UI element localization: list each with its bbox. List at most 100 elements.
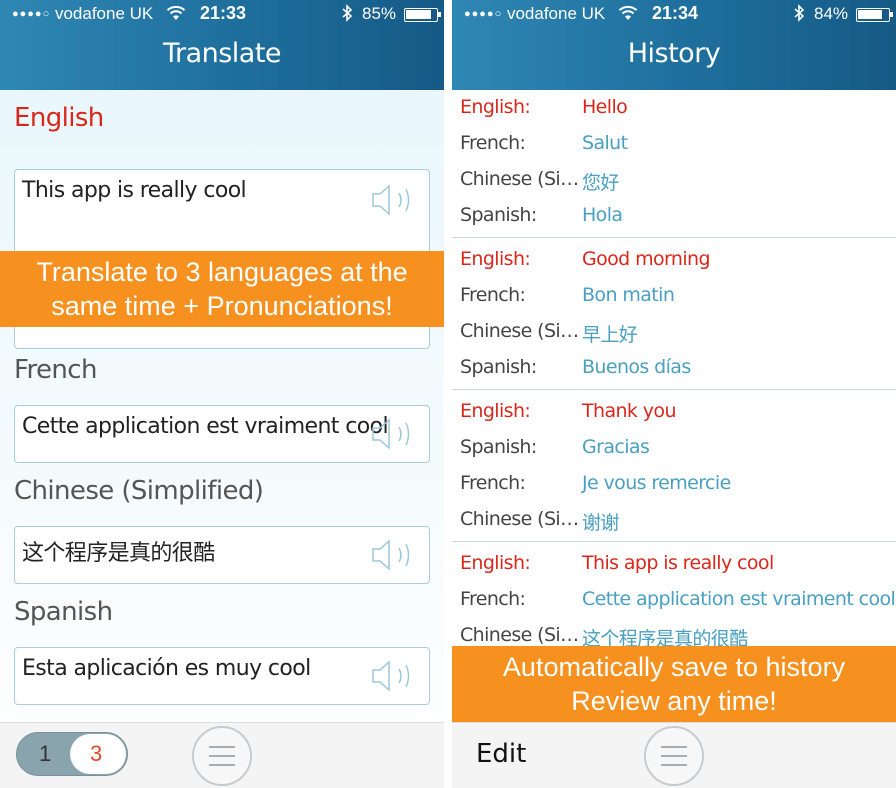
nav-bar: ●●●●○ vodafone UK 21:34 84% History: [452, 0, 896, 90]
carrier-name: vodafone UK: [54, 4, 154, 23]
history-language: English:: [460, 552, 531, 574]
history-language: Chinese (Si…: [460, 320, 579, 342]
history-row[interactable]: Spanish: Buenos días: [452, 350, 896, 386]
battery-icon: [856, 8, 893, 22]
translation-text-chinese: 这个程序是真的很酷: [22, 541, 215, 566]
history-text[interactable]: This app is really cool: [582, 552, 774, 574]
history-text[interactable]: Good morning: [582, 248, 711, 270]
history-divider: [452, 541, 896, 542]
toggle-option-one[interactable]: 1: [39, 741, 51, 767]
source-language-label[interactable]: English: [14, 103, 104, 133]
history-row[interactable]: French: Cette application est vraiment co…: [452, 582, 896, 618]
history-text[interactable]: 您好: [582, 168, 619, 195]
history-divider: [452, 389, 896, 390]
history-row[interactable]: Spanish: Hola: [452, 198, 896, 234]
history-text[interactable]: Bon matin: [582, 284, 675, 306]
signal-strength-icon: ●●●●○: [12, 8, 51, 20]
history-text[interactable]: Gracias: [582, 436, 650, 458]
status-carrier: ●●●●○ vodafone UK: [12, 4, 153, 24]
history-language: English:: [460, 400, 531, 422]
translation-box-spanish: Esta aplicación es muy cool: [14, 647, 430, 705]
history-screen: ●●●●○ vodafone UK 21:34 84% History Engl…: [452, 0, 896, 788]
toggle-option-three[interactable]: 3: [90, 741, 102, 767]
history-text[interactable]: 谢谢: [582, 508, 619, 535]
battery-percent: 85%: [362, 4, 397, 23]
battery-percent: 84%: [814, 4, 849, 23]
history-text[interactable]: Salut: [582, 132, 628, 154]
history-language: Chinese (Si…: [460, 508, 579, 530]
translate-screen: ●●●●○ vodafone UK 21:33 85% Translate En…: [0, 0, 444, 788]
nav-bar: ●●●●○ vodafone UK 21:33 85% Translate: [0, 0, 444, 90]
translation-box-chinese: 这个程序是真的很酷: [14, 526, 430, 584]
page-title: Translate: [162, 38, 282, 69]
history-language: English:: [460, 96, 531, 118]
wifi-icon: [166, 5, 186, 20]
history-language: Spanish:: [460, 436, 537, 458]
battery-fill: [406, 10, 431, 19]
feature-banner: Translate to 3 languages at the same tim…: [0, 251, 444, 327]
history-text[interactable]: Hola: [582, 204, 623, 226]
translation-text-spanish: Esta aplicación es muy cool: [22, 656, 311, 681]
bluetooth-icon: [794, 4, 805, 22]
history-row[interactable]: Chinese (Si… 早上好: [452, 314, 896, 350]
history-row[interactable]: French: Je vous remercie: [452, 466, 896, 502]
bluetooth-icon: [342, 4, 353, 22]
history-row[interactable]: Spanish: Gracias: [452, 430, 896, 466]
history-divider: [452, 237, 896, 238]
history-row[interactable]: French: Bon matin: [452, 278, 896, 314]
history-language: Chinese (Si…: [460, 168, 579, 190]
history-language: French:: [460, 588, 526, 610]
signal-strength-icon: ●●●●○: [464, 8, 503, 20]
battery-fill: [858, 10, 882, 19]
speaker-icon[interactable]: [369, 414, 419, 454]
history-text[interactable]: Hello: [582, 96, 628, 118]
history-text[interactable]: 早上好: [582, 320, 638, 347]
history-language: English:: [460, 248, 531, 270]
status-carrier: ●●●●○ vodafone UK: [464, 4, 605, 24]
history-language: Chinese (Si…: [460, 624, 579, 646]
history-row[interactable]: English: Thank you: [452, 394, 896, 430]
wifi-icon: [618, 5, 638, 20]
status-bar: ●●●●○ vodafone UK 21:33 85%: [0, 0, 444, 30]
history-language: Spanish:: [460, 356, 537, 378]
carrier-name: vodafone UK: [506, 4, 606, 23]
feature-banner: Automatically save to history Review any…: [452, 646, 896, 723]
translation-text-french: Cette application est vraiment cool: [22, 414, 389, 439]
status-time: 21:34: [652, 3, 699, 23]
target-language-label-chinese[interactable]: Chinese (Simplified): [14, 476, 264, 506]
banner-line-1: Translate to 3 languages at the: [36, 257, 408, 287]
history-row[interactable]: Chinese (Si… 您好: [452, 162, 896, 198]
history-row[interactable]: French: Salut: [452, 126, 896, 162]
history-text[interactable]: Thank you: [582, 400, 676, 422]
page-title: History: [627, 38, 721, 69]
toggle-knob[interactable]: 3: [70, 734, 126, 774]
history-language: Spanish:: [460, 204, 537, 226]
history-row[interactable]: English: Hello: [452, 90, 896, 126]
edit-button[interactable]: Edit: [476, 739, 526, 769]
speaker-icon[interactable]: [369, 535, 419, 575]
history-language: French:: [460, 284, 526, 306]
menu-button[interactable]: [192, 726, 252, 786]
menu-button[interactable]: [644, 726, 704, 786]
history-row[interactable]: English: Good morning: [452, 242, 896, 278]
target-language-label-spanish[interactable]: Spanish: [14, 597, 113, 627]
bottom-toolbar: 1 3: [0, 722, 444, 788]
history-text[interactable]: Je vous remercie: [582, 472, 731, 494]
target-language-label-french[interactable]: French: [14, 355, 97, 385]
translation-box-french: Cette application est vraiment cool: [14, 405, 430, 463]
status-time: 21:33: [200, 3, 247, 23]
history-text[interactable]: Buenos días: [582, 356, 691, 378]
bottom-toolbar: Edit: [452, 722, 896, 788]
history-language: French:: [460, 132, 526, 154]
history-text[interactable]: Cette application est vraiment cool: [582, 588, 896, 610]
banner-line-2: Review any time!: [571, 686, 777, 716]
banner-line-1: Automatically save to history: [502, 652, 846, 682]
source-text[interactable]: This app is really cool: [22, 178, 247, 203]
banner-line-2: same time + Pronunciations!: [51, 291, 393, 321]
speaker-icon[interactable]: [369, 656, 419, 696]
speaker-icon[interactable]: [369, 180, 419, 220]
battery-icon: [404, 8, 441, 22]
history-row[interactable]: Chinese (Si… 谢谢: [452, 502, 896, 538]
history-row[interactable]: English: This app is really cool: [452, 546, 896, 582]
language-count-toggle[interactable]: 1 3: [16, 732, 128, 776]
